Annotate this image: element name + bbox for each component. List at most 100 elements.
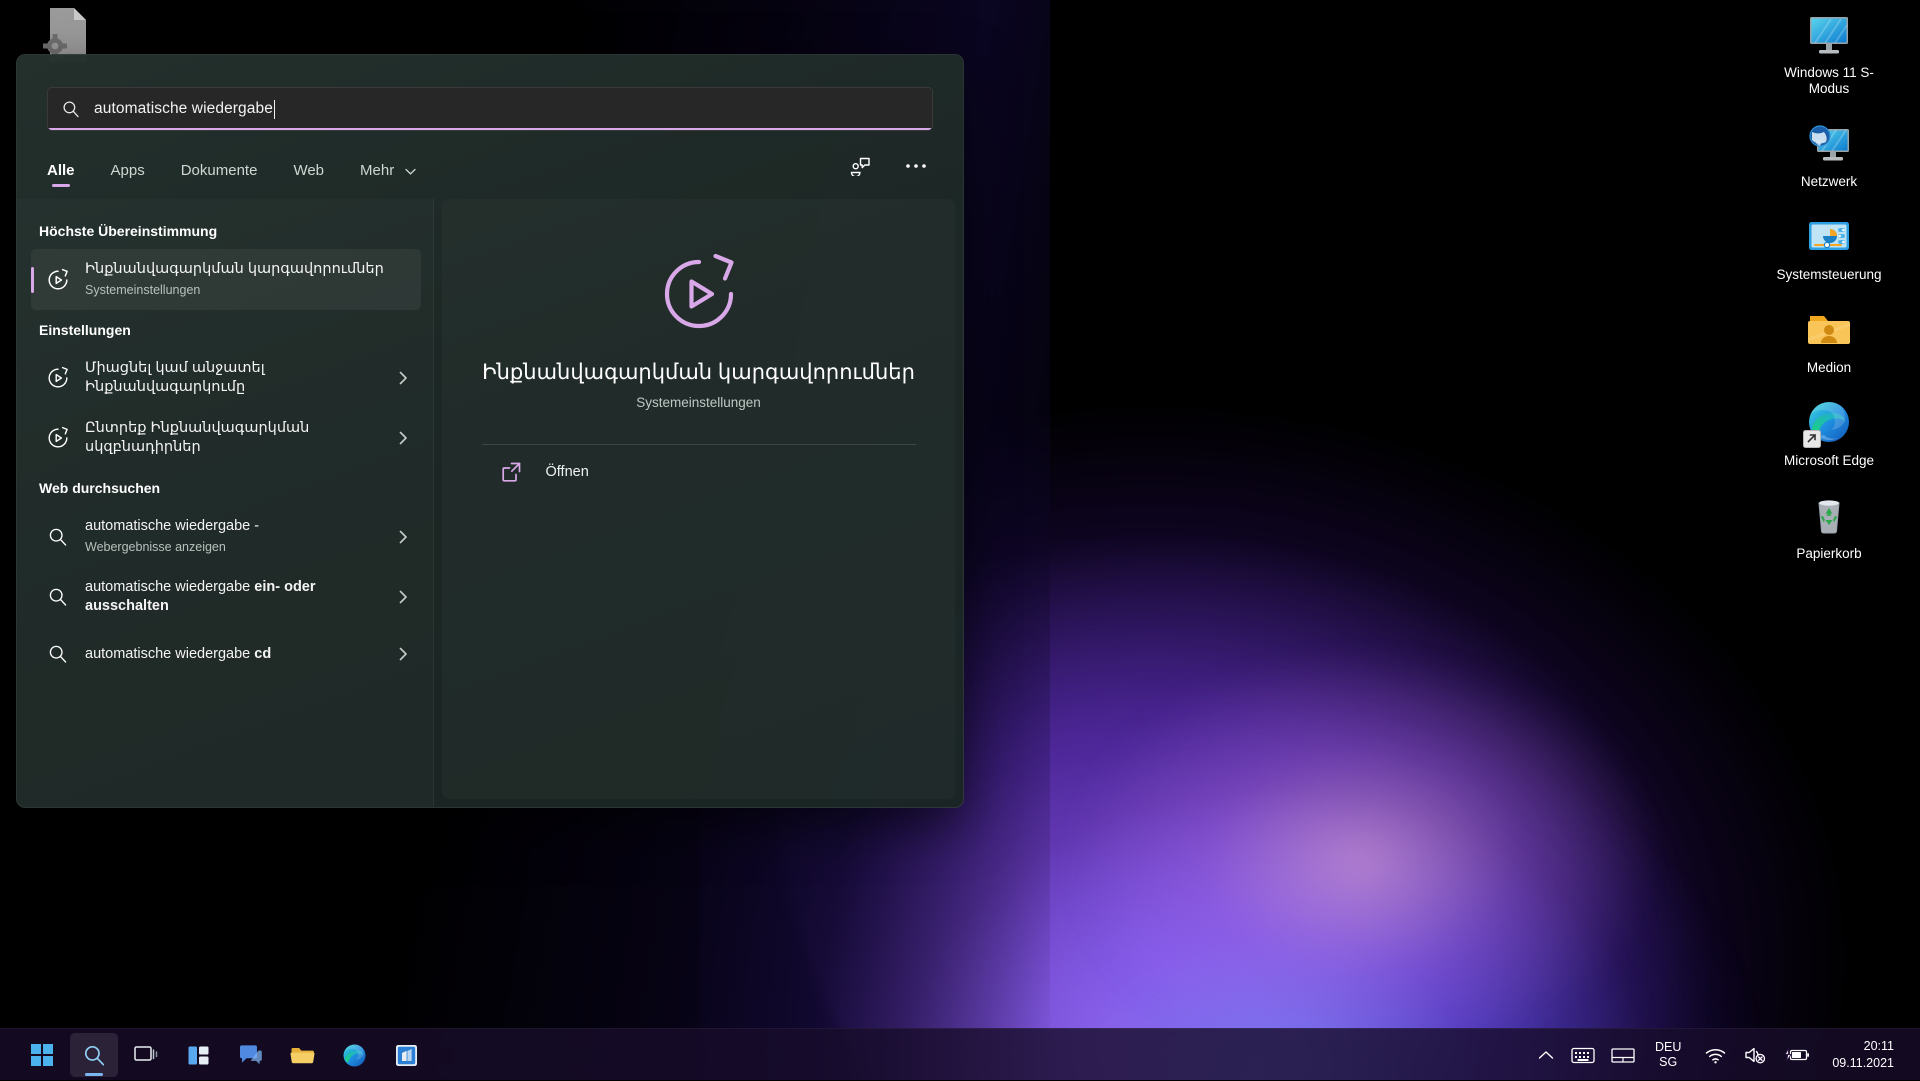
taskbar[interactable]: DEU SG (0, 1028, 1920, 1080)
result-item-web-2[interactable]: automatische wiedergabe cd (31, 627, 421, 681)
text-caret (274, 100, 275, 119)
store-button[interactable] (382, 1033, 430, 1077)
result-subtitle: Webergebnisse anzeigen (85, 539, 381, 556)
quick-settings-group[interactable] (1693, 1035, 1822, 1075)
file-explorer-button[interactable] (278, 1033, 326, 1077)
start-button[interactable] (18, 1033, 66, 1077)
search-flyout[interactable]: automatische wiedergabe Alle Apps Dokume… (16, 54, 964, 808)
control-panel-icon (1805, 212, 1853, 260)
preview-subtitle: Systemeinstellungen (636, 395, 761, 410)
section-header-best-match: Höchste Übereinstimmung (31, 211, 421, 249)
keyboard-icon (1571, 1047, 1595, 1064)
battery-charging-icon[interactable] (1776, 1035, 1818, 1075)
clock[interactable]: 20:11 09.11.2021 (1822, 1038, 1908, 1072)
result-title: Ինքնանվագարկման կարգավորումներ (85, 261, 384, 277)
result-title: automatische wiedergabe ein- oder aussch… (85, 579, 316, 614)
wifi-icon[interactable] (1697, 1035, 1734, 1075)
search-results-list[interactable]: Höchste Übereinstimmung Ինքնանվագարկման … (17, 199, 434, 807)
more-options-icon[interactable] (899, 151, 933, 181)
search-input-value: automatische wiedergabe (94, 100, 273, 118)
autoplay-icon (658, 253, 740, 335)
search-input-accent (48, 128, 932, 130)
autoplay-icon (45, 365, 71, 391)
result-title-plain: automatische wiedergabe (85, 579, 254, 595)
touchpad-button[interactable] (1603, 1035, 1643, 1075)
tab-label: Apps (111, 162, 145, 179)
tab-apps[interactable]: Apps (111, 156, 145, 191)
desktop-icon-label: Microsoft Edge (1784, 453, 1874, 469)
desktop-icon-label: Medion (1807, 360, 1851, 376)
result-item-web-1[interactable]: automatische wiedergabe ein- oder aussch… (31, 567, 421, 627)
folder-user-icon (1805, 305, 1853, 353)
chevron-right-icon[interactable] (395, 430, 411, 446)
chevron-right-icon[interactable] (395, 529, 411, 545)
volume-muted-icon[interactable] (1736, 1035, 1774, 1075)
show-hidden-icons-button[interactable] (1529, 1035, 1563, 1075)
result-title: automatische wiedergabe - (85, 518, 259, 534)
desktop-icon-label: Papierkorb (1796, 546, 1861, 562)
chevron-down-icon (405, 168, 416, 175)
desktop-icon-systemsteuerung[interactable]: Systemsteuerung (1764, 208, 1894, 289)
result-title-bold: cd (254, 646, 271, 662)
tab-label: Alle (47, 162, 75, 179)
search-icon (45, 641, 71, 667)
result-title: Միացնել կամ անջատել Ինքնանվագարկումը (85, 360, 265, 395)
edge-icon (1805, 398, 1853, 446)
desktop-icon-windows-11-s-modus[interactable]: Windows 11 S-Modus (1764, 6, 1894, 103)
edge-button[interactable] (330, 1033, 378, 1077)
selection-indicator (31, 267, 34, 293)
recycle-bin-icon (1805, 491, 1853, 539)
desktop-icon-medion[interactable]: Medion (1764, 301, 1894, 382)
search-body: Höchste Übereinstimmung Ինքնանվագարկման … (17, 191, 963, 807)
result-item-best-match[interactable]: Ինքնանվագարկման կարգավորումներ Systemein… (31, 249, 421, 310)
clock-time: 20:11 (1832, 1038, 1894, 1055)
language-line-1: DEU (1655, 1040, 1681, 1055)
search-button[interactable] (70, 1033, 118, 1077)
language-indicator[interactable]: DEU SG (1643, 1040, 1693, 1070)
language-line-2: SG (1655, 1055, 1681, 1070)
tab-dokumente[interactable]: Dokumente (181, 156, 258, 191)
touch-keyboard-button[interactable] (1563, 1035, 1603, 1075)
wallpaper-edge-highlight (1020, 520, 1780, 1080)
result-item-web-0[interactable]: automatische wiedergabe - Webergebnisse … (31, 506, 421, 567)
touchpad-icon (1611, 1047, 1635, 1064)
search-preview-pane: Ինքնանվագարկման կարգավորումներ Systemein… (442, 199, 955, 799)
system-tray: DEU SG (1529, 1029, 1920, 1081)
tab-label: Dokumente (181, 162, 258, 179)
search-input[interactable]: automatische wiedergabe (47, 87, 933, 131)
autoplay-icon (45, 267, 71, 293)
tab-web[interactable]: Web (293, 156, 324, 191)
open-external-icon (500, 461, 522, 483)
result-title: Ընտրեք Ինքնանվագարկման սկզբնադիրներ (85, 420, 309, 455)
tab-label: Web (293, 162, 324, 179)
chevron-right-icon[interactable] (395, 370, 411, 386)
search-tabs: Alle Apps Dokumente Web Mehr (17, 131, 963, 191)
open-button[interactable]: Öffnen (482, 445, 916, 499)
desktop-icon-netzwerk[interactable]: Netzwerk (1764, 115, 1894, 196)
network-icon (1805, 119, 1853, 167)
widgets-button[interactable] (174, 1033, 222, 1077)
desktop-icon-papierkorb[interactable]: Papierkorb (1764, 487, 1894, 568)
result-item-autoplay-defaults[interactable]: Ընտրեք Ինքնանվագարկման սկզբնադիրներ (31, 408, 421, 468)
desktop-icon-column: Windows 11 S-Modus Netzwerk (1754, 6, 1904, 568)
chevron-right-icon[interactable] (395, 646, 411, 662)
task-view-button[interactable] (122, 1033, 170, 1077)
desktop-icon-microsoft-edge[interactable]: Microsoft Edge (1764, 394, 1894, 475)
search-box-container: automatische wiedergabe (17, 55, 963, 131)
search-icon (45, 524, 71, 550)
clock-date: 09.11.2021 (1832, 1055, 1894, 1072)
section-header-einstellungen: Einstellungen (31, 310, 421, 348)
result-item-toggle-autoplay[interactable]: Միացնել կամ անջատել Ինքնանվագարկումը (31, 348, 421, 408)
tab-mehr[interactable]: Mehr (360, 156, 416, 191)
chevron-right-icon[interactable] (395, 589, 411, 605)
feedback-icon[interactable] (843, 151, 877, 181)
autoplay-icon (45, 425, 71, 451)
search-header-actions (843, 151, 933, 191)
search-icon (62, 100, 80, 118)
preview-title: Ինքնանվագարկման կարգավորումներ (482, 359, 915, 387)
section-header-web-durchsuchen: Web durchsuchen (31, 468, 421, 506)
tab-alle[interactable]: Alle (47, 156, 75, 191)
desktop-icon-label: Systemsteuerung (1776, 267, 1881, 283)
desktop-icon-label: Netzwerk (1801, 174, 1857, 190)
chat-button[interactable] (226, 1033, 274, 1077)
